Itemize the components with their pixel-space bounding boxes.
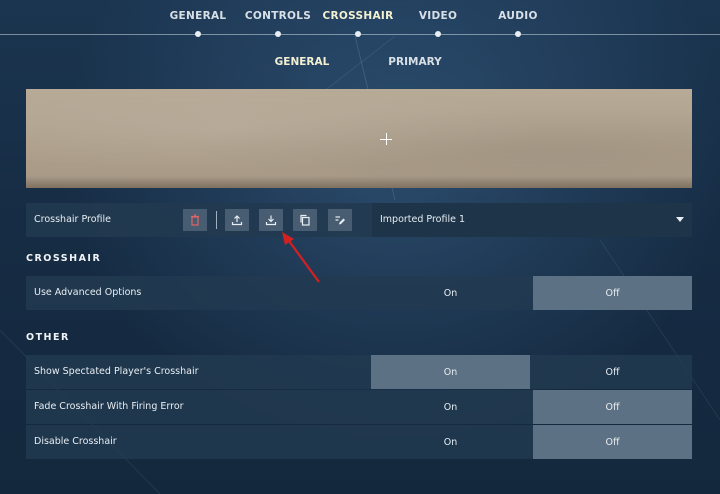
crosshair-preview	[26, 89, 692, 188]
setting-label: Disable Crosshair	[34, 436, 117, 447]
top-navigation: GENERAL CONTROLS CROSSHAIR VIDEO AUDIO	[0, 0, 720, 40]
setting-label: Use Advanced Options	[34, 287, 142, 298]
option-on-button[interactable]: On	[371, 276, 530, 310]
toolbar-separator	[216, 211, 217, 229]
crosshair-profile-bar: Crosshair Profile Imported Profile 1	[26, 203, 692, 237]
tab-marker-dot	[435, 31, 441, 37]
download-icon	[265, 215, 277, 226]
tab-crosshair[interactable]: CROSSHAIR	[323, 10, 394, 22]
crosshair-icon	[380, 133, 392, 145]
setting-row-fade-crosshair: Fade Crosshair With Firing Error On Off	[26, 390, 692, 424]
copy-profile-button[interactable]	[293, 209, 317, 231]
setting-label: Show Spectated Player's Crosshair	[34, 366, 199, 377]
option-off-button[interactable]: Off	[533, 425, 692, 459]
tab-marker-dot	[195, 31, 201, 37]
rename-profile-button[interactable]	[328, 209, 352, 231]
tab-marker-dot	[275, 31, 281, 37]
crosshair-profile-label: Crosshair Profile	[34, 214, 111, 225]
profile-select-value: Imported Profile 1	[380, 214, 466, 225]
setting-label: Fade Crosshair With Firing Error	[34, 401, 184, 412]
upload-icon	[231, 215, 243, 226]
profile-select[interactable]: Imported Profile 1	[372, 203, 692, 237]
subtab-primary[interactable]: PRIMARY	[388, 56, 441, 68]
subtab-general[interactable]: GENERAL	[275, 56, 330, 68]
chevron-down-icon	[676, 217, 684, 222]
setting-row-disable-crosshair: Disable Crosshair On Off	[26, 425, 692, 459]
tab-marker-dot	[515, 31, 521, 37]
tab-audio[interactable]: AUDIO	[498, 10, 537, 22]
option-off-button[interactable]: Off	[533, 355, 692, 389]
copy-icon	[300, 214, 310, 226]
export-profile-button[interactable]	[225, 209, 249, 231]
tab-general[interactable]: GENERAL	[170, 10, 227, 22]
setting-row-show-spectated-crosshair: Show Spectated Player's Crosshair On Off	[26, 355, 692, 389]
tab-controls[interactable]: CONTROLS	[245, 10, 311, 22]
tab-marker-dot	[355, 31, 361, 37]
import-profile-button[interactable]	[259, 209, 283, 231]
setting-row-advanced-options: Use Advanced Options On Off	[26, 276, 692, 310]
option-on-button[interactable]: On	[371, 425, 530, 459]
trash-icon	[191, 214, 199, 226]
tab-video[interactable]: VIDEO	[419, 10, 457, 22]
option-off-button[interactable]: Off	[533, 276, 692, 310]
option-off-button[interactable]: Off	[533, 390, 692, 424]
delete-profile-button[interactable]	[183, 209, 207, 231]
section-title-other: OTHER	[26, 332, 70, 343]
option-on-button[interactable]: On	[371, 355, 530, 389]
section-title-crosshair: CROSSHAIR	[26, 253, 102, 264]
option-on-button[interactable]: On	[371, 390, 530, 424]
edit-icon	[335, 216, 345, 225]
